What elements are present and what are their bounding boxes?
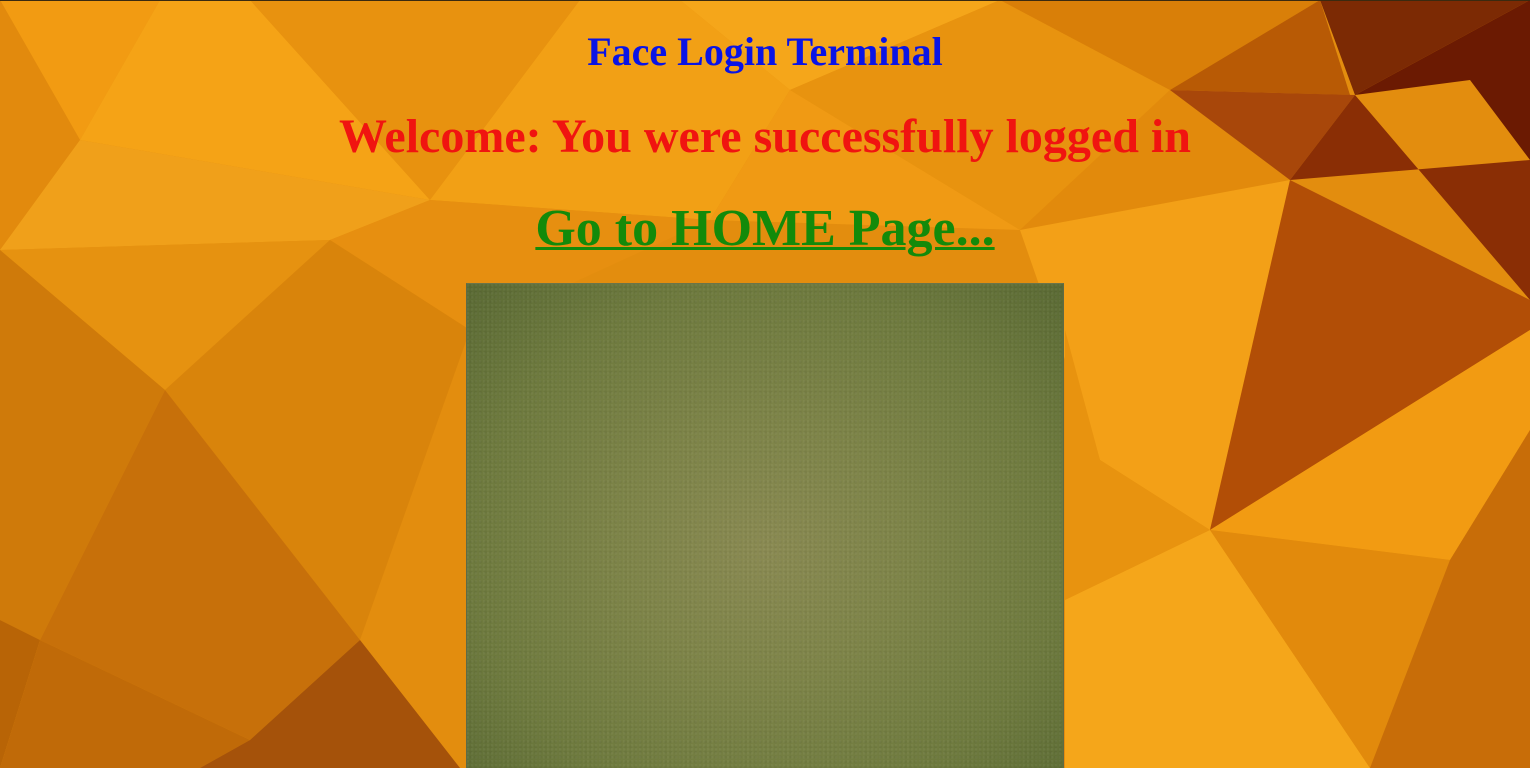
window-top-border bbox=[0, 0, 1530, 1]
home-link-container: Go to HOME Page... bbox=[0, 198, 1530, 265]
camera-video-feed bbox=[466, 283, 1064, 768]
page-title: Face Login Terminal bbox=[587, 29, 943, 74]
home-page-link[interactable]: Go to HOME Page... bbox=[535, 200, 994, 257]
page-content: Face Login Terminal Welcome: You were su… bbox=[0, 0, 1530, 768]
welcome-message: Welcome: You were successfully logged in bbox=[339, 110, 1191, 163]
